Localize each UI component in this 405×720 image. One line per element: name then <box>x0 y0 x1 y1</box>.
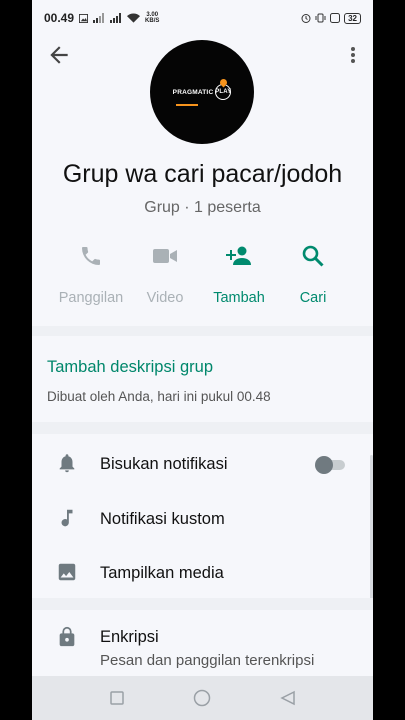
call-label: Panggilan <box>58 290 124 306</box>
circle-icon <box>194 689 211 707</box>
image-notification-icon <box>79 13 89 23</box>
section-divider <box>32 422 373 434</box>
group-avatar[interactable]: PRAGMATIC PLAY <box>150 40 254 144</box>
show-media-label: Tampilkan media <box>100 564 224 582</box>
home-button[interactable] <box>192 688 212 708</box>
status-bar: 00.49 3.00 KB/S 32 <box>32 0 373 36</box>
mute-toggle[interactable] <box>315 456 347 474</box>
video-icon <box>153 249 177 263</box>
custom-notifications-row[interactable]: Notifikasi kustom <box>32 491 373 545</box>
encryption-row[interactable]: Enkripsi Pesan dan panggilan terenkripsi <box>32 610 373 680</box>
alarm-icon <box>301 14 311 23</box>
group-name[interactable]: Grup wa cari pacar/jodoh <box>32 160 373 189</box>
created-by-text: Dibuat oleh Anda, hari ini pukul 00.48 <box>47 389 271 404</box>
call-button[interactable]: Panggilan <box>51 242 131 306</box>
add-member-button[interactable]: Tambah <box>199 242 279 306</box>
section-divider <box>32 598 373 610</box>
custom-notifications-label: Notifikasi kustom <box>100 510 225 528</box>
search-button[interactable]: Cari <box>273 242 353 306</box>
more-options-icon[interactable] <box>345 42 361 68</box>
group-subtitle: Grup · 1 peserta <box>144 199 261 216</box>
phone-screen: 00.49 3.00 KB/S 32 PRAGMATIC PLAY Grup w… <box>32 0 373 720</box>
status-time: 00.49 <box>44 11 75 25</box>
encryption-description: Pesan dan panggilan terenkripsi <box>100 652 315 669</box>
volte-icon <box>330 13 341 23</box>
add-member-label: Tambah <box>213 290 265 306</box>
pragmatic-play-logo: PRAGMATIC PLAY <box>173 77 232 100</box>
action-row: Panggilan Video Tambah Cari <box>32 242 373 312</box>
triangle-back-icon <box>280 690 295 706</box>
wifi-icon <box>127 13 141 23</box>
add-description-link[interactable]: Tambah deskripsi grup <box>47 358 213 377</box>
settings-section: Bisukan notifikasi Notifikasi kustom Tam… <box>32 434 373 598</box>
group-header: PRAGMATIC PLAY Grup wa cari pacar/jodoh … <box>32 36 373 326</box>
battery-indicator: 32 <box>344 12 361 24</box>
system-nav-bar <box>32 676 373 720</box>
mute-notifications-row[interactable]: Bisukan notifikasi <box>32 436 373 490</box>
search-icon <box>302 245 324 267</box>
vibrate-icon <box>315 13 326 23</box>
show-media-row[interactable]: Tampilkan media <box>32 545 373 599</box>
section-divider <box>32 326 373 336</box>
back-arrow-icon[interactable] <box>46 42 72 68</box>
encryption-title: Enkripsi <box>100 628 159 646</box>
search-label: Cari <box>299 290 327 306</box>
signal-icon <box>93 13 105 23</box>
video-label: Video <box>146 290 184 306</box>
bell-icon <box>59 454 75 473</box>
logo-underline <box>176 104 198 106</box>
video-button[interactable]: Video <box>125 242 205 306</box>
mute-notifications-label: Bisukan notifikasi <box>100 455 228 473</box>
back-button[interactable] <box>278 688 298 708</box>
description-section: Tambah deskripsi grup Dibuat oleh Anda, … <box>32 336 373 422</box>
phone-icon <box>82 247 100 265</box>
signal-icon-2 <box>110 13 122 23</box>
image-icon <box>58 563 76 581</box>
lock-icon <box>59 626 75 647</box>
network-speed: 3.00 KB/S <box>145 12 160 24</box>
add-person-icon <box>226 246 251 265</box>
scroll-indicator <box>370 455 373 605</box>
music-note-icon <box>61 509 73 527</box>
square-icon <box>110 691 124 705</box>
recents-button[interactable] <box>107 688 127 708</box>
